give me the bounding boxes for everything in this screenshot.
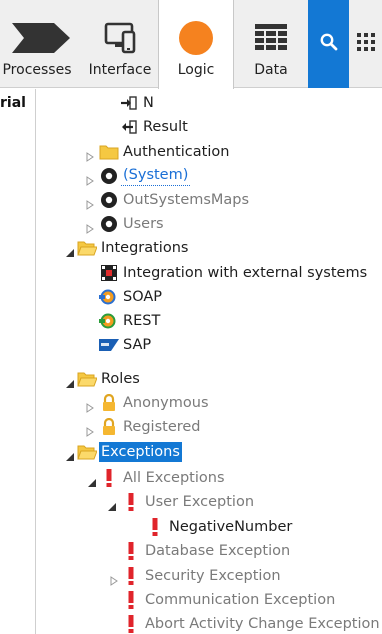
- tree-item-label: Result: [143, 119, 188, 135]
- lock-icon: [99, 418, 119, 436]
- tree-item-sap[interactable]: SAP: [37, 333, 382, 357]
- tree-item-integrations[interactable]: Integrations: [37, 236, 382, 260]
- search-button[interactable]: [308, 0, 349, 88]
- tree-item-label: Exceptions: [99, 442, 182, 462]
- exception-icon: [121, 591, 141, 609]
- module-reference-icon: [99, 215, 119, 233]
- exception-icon: [121, 615, 141, 633]
- logic-orange-circle-icon: [159, 18, 233, 58]
- tree-item-authentication[interactable]: Authentication: [37, 140, 382, 164]
- rest-icon: [99, 312, 119, 330]
- exception-icon: [121, 493, 141, 511]
- collapse-arrow-icon[interactable]: [65, 243, 75, 257]
- folder-closed-icon: [99, 143, 119, 161]
- sap-icon: [99, 336, 119, 354]
- expand-arrow-icon[interactable]: [109, 571, 119, 586]
- more-apps-button[interactable]: [349, 0, 382, 88]
- tree-item-label: Anonymous: [123, 395, 209, 411]
- collapse-arrow-icon[interactable]: [65, 447, 75, 461]
- module-reference-icon: [99, 191, 119, 209]
- grid-more-icon: [356, 33, 375, 55]
- tree-item-label: Integration with external systems: [123, 265, 368, 281]
- tree-item-label: OutSystemsMaps: [123, 192, 250, 208]
- tree-item-system[interactable]: (System): [37, 164, 382, 188]
- collapse-arrow-icon[interactable]: [65, 374, 75, 388]
- tree-item-soap[interactable]: SOAP: [37, 285, 382, 309]
- data-grid-icon: [234, 18, 308, 58]
- tree-item-roles[interactable]: Roles: [37, 367, 382, 391]
- exception-icon: [99, 469, 119, 487]
- tree-item-abort-activity-change-exception[interactable]: Abort Activity Change Exception: [37, 612, 382, 634]
- exception-icon: [121, 542, 141, 560]
- tree-item-label: Authentication: [123, 144, 230, 160]
- tree-item-label: REST: [123, 313, 161, 329]
- tree-item-exceptions[interactable]: Exceptions: [37, 440, 382, 464]
- tree-item-label: NegativeNumber: [169, 519, 293, 535]
- folder-open-icon: [77, 239, 97, 257]
- tree-item-label: User Exception: [145, 494, 255, 510]
- tree-item-users[interactable]: Users: [37, 212, 382, 236]
- left-panel-label: rial: [0, 95, 26, 111]
- tree-item-all-exceptions[interactable]: All Exceptions: [37, 466, 382, 490]
- input-parameter-icon: [119, 94, 139, 112]
- tree-item-label: (System): [121, 166, 191, 186]
- tree-item-outsystemsmaps[interactable]: OutSystemsMaps: [37, 188, 382, 212]
- tree-item-label: Registered: [123, 419, 201, 435]
- tree-item-label: SAP: [123, 337, 152, 353]
- tree-item-communication-exception[interactable]: Communication Exception: [37, 588, 382, 612]
- tree-item-label: Security Exception: [145, 568, 281, 584]
- processes-chevron-icon: [0, 18, 82, 58]
- tab-label: Data: [254, 62, 288, 78]
- tree-item-label: SOAP: [123, 289, 163, 305]
- tree-item-label: All Exceptions: [123, 470, 225, 486]
- tree-item-negativenumber[interactable]: NegativeNumber: [37, 515, 382, 539]
- folder-open-icon: [77, 443, 97, 461]
- expand-arrow-icon[interactable]: [85, 422, 95, 437]
- tree-item-n[interactable]: N: [37, 91, 382, 115]
- search-icon: [320, 33, 338, 55]
- soap-icon: [99, 288, 119, 306]
- toolbar: Processes Interface Logic Data: [0, 0, 382, 89]
- tab-label: Interface: [88, 62, 152, 78]
- tree-item-rest[interactable]: REST: [37, 309, 382, 333]
- tree-item-label: N: [143, 95, 154, 111]
- expand-arrow-icon[interactable]: [85, 147, 95, 162]
- tab-data[interactable]: Data: [234, 0, 308, 88]
- folder-open-icon: [77, 370, 97, 388]
- expand-arrow-icon[interactable]: [85, 398, 95, 413]
- tab-logic[interactable]: Logic: [158, 0, 234, 89]
- output-parameter-icon: [119, 118, 139, 136]
- tree-item-integration-external[interactable]: Integration with external systems: [37, 261, 382, 285]
- tree-item-database-exception[interactable]: Database Exception: [37, 539, 382, 563]
- tree-item-anonymous[interactable]: Anonymous: [37, 391, 382, 415]
- expand-arrow-icon[interactable]: [85, 219, 95, 234]
- tree-item-label: Users: [123, 216, 164, 232]
- expand-arrow-icon[interactable]: [85, 195, 95, 210]
- logic-tree: N Result Authentication (System) OutSyst…: [37, 89, 382, 634]
- tree-item-security-exception[interactable]: Security Exception: [37, 564, 382, 588]
- tab-label: Logic: [177, 62, 215, 78]
- tree-item-registered[interactable]: Registered: [37, 415, 382, 439]
- interface-devices-icon: [82, 18, 158, 58]
- tree-item-label: Abort Activity Change Exception: [145, 616, 380, 632]
- collapse-arrow-icon[interactable]: [87, 473, 97, 487]
- tab-processes[interactable]: Processes: [0, 0, 82, 88]
- collapse-arrow-icon[interactable]: [107, 497, 117, 511]
- expand-arrow-icon[interactable]: [85, 171, 95, 186]
- lock-icon: [99, 394, 119, 412]
- tab-interface[interactable]: Interface: [82, 0, 158, 88]
- tree-item-label: Roles: [101, 371, 140, 387]
- integration-icon: [99, 264, 119, 282]
- left-panel: rial: [0, 89, 36, 634]
- exception-icon: [121, 567, 141, 585]
- tree-item-result[interactable]: Result: [37, 115, 382, 139]
- tree-item-user-exception[interactable]: User Exception: [37, 490, 382, 514]
- tree-item-label: Database Exception: [145, 543, 291, 559]
- tree-item-label: Communication Exception: [145, 592, 336, 608]
- module-reference-icon: [99, 167, 119, 185]
- tab-label: Processes: [2, 62, 72, 78]
- exception-icon: [145, 518, 165, 536]
- tree-item-label: Integrations: [101, 240, 189, 256]
